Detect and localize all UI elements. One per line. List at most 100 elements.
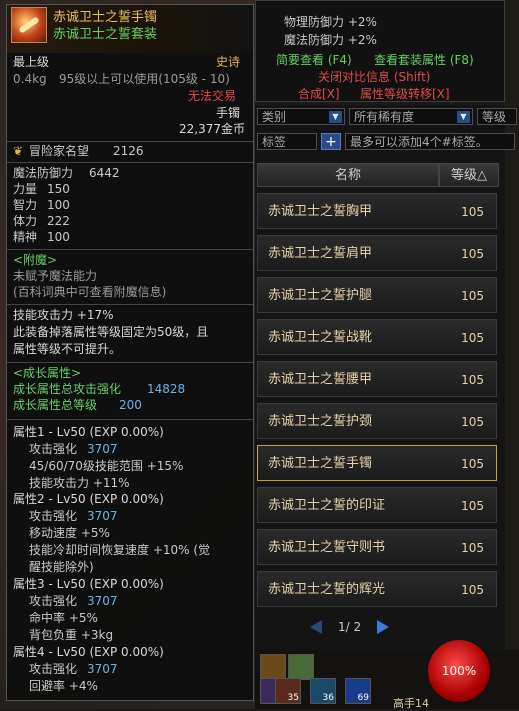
stat-label: 力量 (13, 182, 38, 196)
list-item[interactable]: 赤诚卫士之誓的印证 105 (257, 487, 497, 523)
attr1-title: 属性1 - Lv50 (EXP 0.00%) (13, 425, 164, 439)
buff-icon (288, 654, 314, 680)
stat-value: 6442 (89, 166, 120, 180)
attr4-atk-label: 攻击强化 (29, 662, 78, 676)
slot-type: 手镯 (216, 106, 241, 120)
growth-total-value: 14828 (147, 382, 186, 396)
item-name: 赤诚卫士之誓战靴 (268, 330, 373, 345)
usable-level: 95级以上可以使用(105级 - 10) (59, 72, 230, 86)
fixed-note-1: 此装备掉落属性等级固定为50级，且 (13, 325, 209, 339)
list-item-selected[interactable]: 赤诚卫士之誓手镯 105 (257, 445, 497, 481)
transfer-link[interactable]: 属性等级转移[X] (360, 87, 450, 101)
level-select[interactable]: 等级 (477, 108, 517, 125)
attr2-line2: 移动速度 +5% (29, 526, 110, 540)
hotbar-count: 69 (357, 693, 369, 703)
list-item[interactable]: 赤诚卫士之誓腰甲 105 (257, 361, 497, 397)
add-tag-button[interactable]: + (321, 133, 341, 150)
side-decoration (505, 0, 519, 709)
next-page-icon[interactable] (377, 620, 390, 634)
item-level: 105 (461, 541, 484, 555)
close-compare-link[interactable]: 关闭对比信息 (Shift) (318, 70, 430, 84)
item-level: 105 (461, 247, 484, 261)
attr2-line4: 醒技能除外) (29, 560, 94, 574)
level-select-label: 等级 (482, 110, 507, 124)
attr4-title: 属性4 - Lv50 (EXP 0.00%) (13, 645, 164, 659)
bracelet-icon (11, 7, 47, 43)
set-attr-view-link[interactable]: 查看套装属性 (F8) (374, 53, 474, 67)
item-level: 105 (461, 583, 484, 597)
hotbar-slot[interactable]: 35 (275, 678, 301, 704)
attr1-line3: 技能攻击力 +11% (29, 476, 130, 490)
stat-label: 魔法防御力 (13, 166, 74, 180)
col-level-header[interactable]: 等级△ (439, 163, 499, 187)
synthesize-link[interactable]: 合成[X] (298, 87, 340, 101)
item-level: 105 (461, 415, 484, 429)
list-item[interactable]: 赤诚卫士之誓的辉光 105 (257, 571, 497, 607)
stat-label: 体力 (13, 214, 38, 228)
stat-value: 150 (47, 182, 70, 196)
growth-level-value: 200 (119, 398, 142, 412)
tag-label-text: 标签 (262, 135, 287, 149)
fame-label: 冒险家名望 (29, 144, 90, 158)
filter-row: 类别 ▼ 所有稀有度 ▼ 等级 (257, 108, 517, 127)
col-name-header[interactable]: 名称 (257, 163, 439, 187)
growth-total-label: 成长属性总攻击强化 (13, 382, 122, 396)
category-select[interactable]: 类别 ▼ (257, 108, 345, 125)
divider (7, 162, 253, 163)
tag-input[interactable]: 最多可以添加4个#标签。 (345, 133, 515, 150)
hp-value: 100% (441, 664, 477, 678)
item-name: 赤诚卫士之誓护腿 (268, 288, 373, 303)
set-name: 赤诚卫士之誓套装 (53, 27, 158, 42)
enchant-status: 未赋予魔法能力 (13, 269, 98, 283)
list-item[interactable]: 赤诚卫士之誓战靴 105 (257, 319, 497, 355)
item-name: 赤诚卫士之誓腰甲 (268, 372, 373, 387)
attr4-atk-value: 3707 (87, 662, 118, 676)
list-item[interactable]: 赤诚卫士之誓肩甲 105 (257, 235, 497, 271)
attr3-atk-label: 攻击强化 (29, 594, 78, 608)
price: 22,377金币 (179, 122, 245, 136)
mag-def-bonus: 魔法防御力 +2% (284, 33, 377, 47)
stat-value: 100 (47, 198, 70, 212)
attr1-atk-value: 3707 (87, 442, 118, 456)
item-level: 105 (461, 457, 484, 471)
growth-level-label: 成长属性总等级 (13, 398, 98, 412)
divider (7, 304, 253, 305)
attr4-line2: 回避率 +4% (29, 679, 98, 693)
list-item[interactable]: 赤诚卫士之誓守则书 105 (257, 529, 497, 565)
item-level: 105 (461, 205, 484, 219)
divider (7, 419, 253, 420)
hotbar-count: 35 (287, 693, 299, 703)
rarity-select[interactable]: 所有稀有度 ▼ (349, 108, 473, 125)
brief-view-link[interactable]: 简要查看 (F4) (276, 53, 352, 67)
divider (7, 362, 253, 363)
chevron-down-icon: ▼ (457, 111, 470, 123)
item-level: 105 (461, 331, 484, 345)
category-select-label: 类别 (262, 110, 287, 124)
tag-label: 标签 (257, 133, 317, 150)
item-name: 赤诚卫士之誓手镯 (268, 456, 373, 471)
hotbar-slot[interactable]: 69 (345, 678, 371, 704)
fixed-note-2: 属性等级不可提升。 (13, 342, 122, 356)
enchant-hint: (百科词典中可查看附魔信息) (13, 285, 167, 299)
item-name: 赤诚卫士之誓手镯 (53, 10, 158, 25)
level-grade: 最上级 (13, 55, 50, 69)
trade-status: 无法交易 (188, 89, 237, 103)
list-item[interactable]: 赤诚卫士之誓护腿 105 (257, 277, 497, 313)
prev-page-icon[interactable] (310, 620, 322, 634)
fame-value: 2126 (113, 144, 144, 158)
attr2-line3: 技能冷却时间恢复速度 +10% (觉 (29, 543, 211, 557)
divider (7, 249, 253, 250)
pager: 1/ 2 (310, 620, 390, 634)
list-item[interactable]: 赤诚卫士之誓胸甲 105 (257, 193, 497, 229)
weight: 0.4kg (13, 72, 47, 86)
attr1-atk-label: 攻击强化 (29, 442, 78, 456)
item-level: 105 (461, 499, 484, 513)
rarity-label: 史诗 (216, 55, 241, 69)
attr2-title: 属性2 - Lv50 (EXP 0.00%) (13, 492, 164, 506)
list-item[interactable]: 赤诚卫士之誓护颈 105 (257, 403, 497, 439)
hotbar-count: 36 (322, 693, 334, 703)
attr3-line2: 命中率 +5% (29, 611, 98, 625)
rarity-select-label: 所有稀有度 (354, 110, 415, 124)
attr2-atk-value: 3707 (87, 509, 118, 523)
hotbar-slot[interactable]: 36 (310, 678, 336, 704)
